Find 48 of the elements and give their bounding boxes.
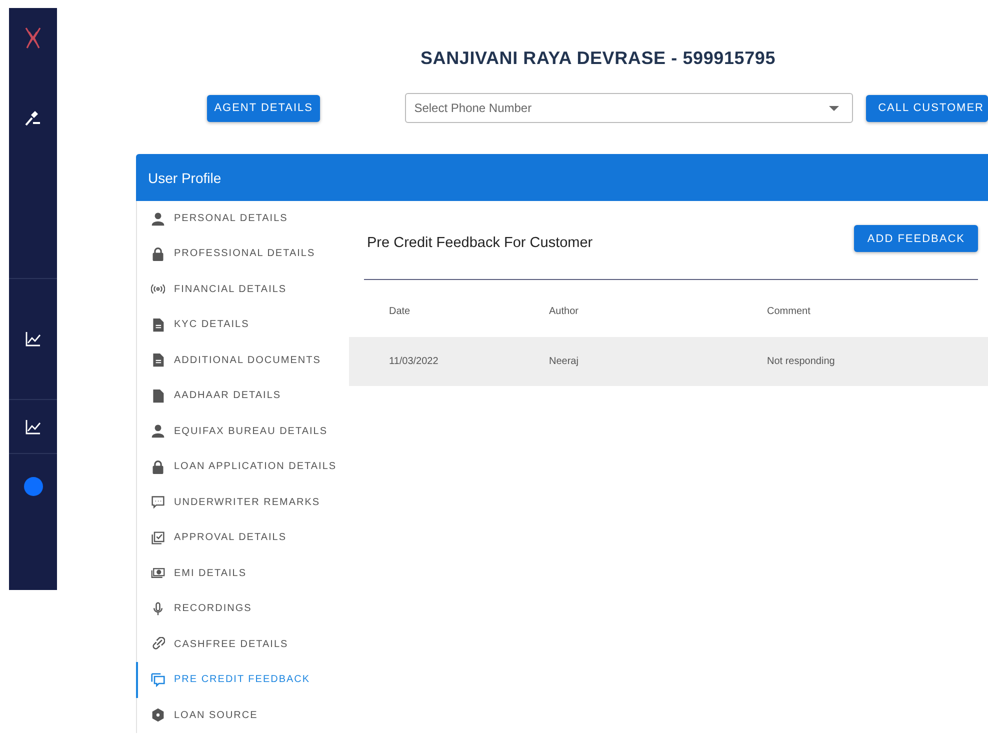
logo-icon[interactable]	[23, 26, 43, 50]
doc-icon	[151, 353, 165, 368]
sidebar-item[interactable]: PERSONAL DETAILS	[136, 201, 349, 236]
chart-icon[interactable]	[25, 418, 41, 434]
phone-select[interactable]: Select Phone Number	[405, 93, 854, 123]
approval-icon	[151, 530, 165, 545]
card-title: User Profile	[148, 170, 222, 186]
doc-icon	[151, 318, 165, 332]
feedback-icon	[151, 672, 165, 687]
sidebar-item[interactable]: ADDITIONAL DOCUMENTS	[136, 342, 349, 378]
sidebar-item[interactable]: EMI DETAILS	[136, 556, 349, 591]
panel-heading: Pre Credit Feedback For Customer	[367, 235, 593, 251]
add-feedback-button[interactable]: ADD FEEDBACK	[854, 225, 978, 252]
column-header: Date	[349, 305, 548, 337]
customer-title: SANJIVANI RAYA DEVRASE - 599915795	[419, 48, 777, 69]
table-cell: Neeraj	[548, 337, 766, 386]
dropdown-caret-icon	[829, 106, 840, 111]
sidebar-item[interactable]: RECORDINGS	[136, 591, 349, 626]
table-cell: Not responding	[766, 337, 988, 386]
lock-icon	[151, 246, 165, 261]
sidebar-item[interactable]: PRE CREDIT FEEDBACK	[136, 662, 349, 698]
money-icon	[151, 566, 165, 580]
sidebar-item[interactable]: APPROVAL DETAILS	[136, 520, 349, 556]
person-icon	[151, 424, 165, 438]
mic-icon	[151, 602, 165, 616]
sidebar-item[interactable]: CASHFREE DETAILS	[136, 626, 349, 662]
lock-icon	[151, 460, 165, 474]
sidebar-item[interactable]: KYC DETAILS	[136, 307, 349, 342]
sidebar-item[interactable]: UNDERWRITER REMARKS	[136, 484, 349, 520]
agent-details-button[interactable]: AGENT DETAILS	[207, 94, 320, 122]
status-dot[interactable]	[24, 476, 42, 496]
signal-icon	[151, 282, 165, 296]
gavel-icon[interactable]	[25, 110, 41, 126]
call-customer-button[interactable]: CALL CUSTOMER	[866, 94, 988, 122]
person-icon	[151, 212, 165, 226]
sidebar-item[interactable]: LOAN APPLICATION DETAILS	[136, 449, 349, 484]
sidebar-item[interactable]: FINANCIAL DETAILS	[136, 272, 349, 307]
column-header: Comment	[766, 305, 988, 337]
sidebar-item[interactable]: AADHAAR DETAILS	[136, 378, 349, 414]
link-icon	[151, 637, 165, 652]
column-header: Author	[548, 305, 766, 337]
chat-icon	[151, 495, 165, 510]
sidebar-item[interactable]: PROFESSIONAL DETAILS	[136, 236, 349, 272]
table-cell: 11/03/2022	[349, 337, 548, 386]
file-icon	[151, 388, 165, 403]
sidebar-item[interactable]: LOAN SOURCE	[136, 698, 349, 733]
chart-icon[interactable]	[25, 331, 41, 347]
sidebar-item[interactable]: EQUIFAX BUREAU DETAILS	[136, 414, 349, 449]
